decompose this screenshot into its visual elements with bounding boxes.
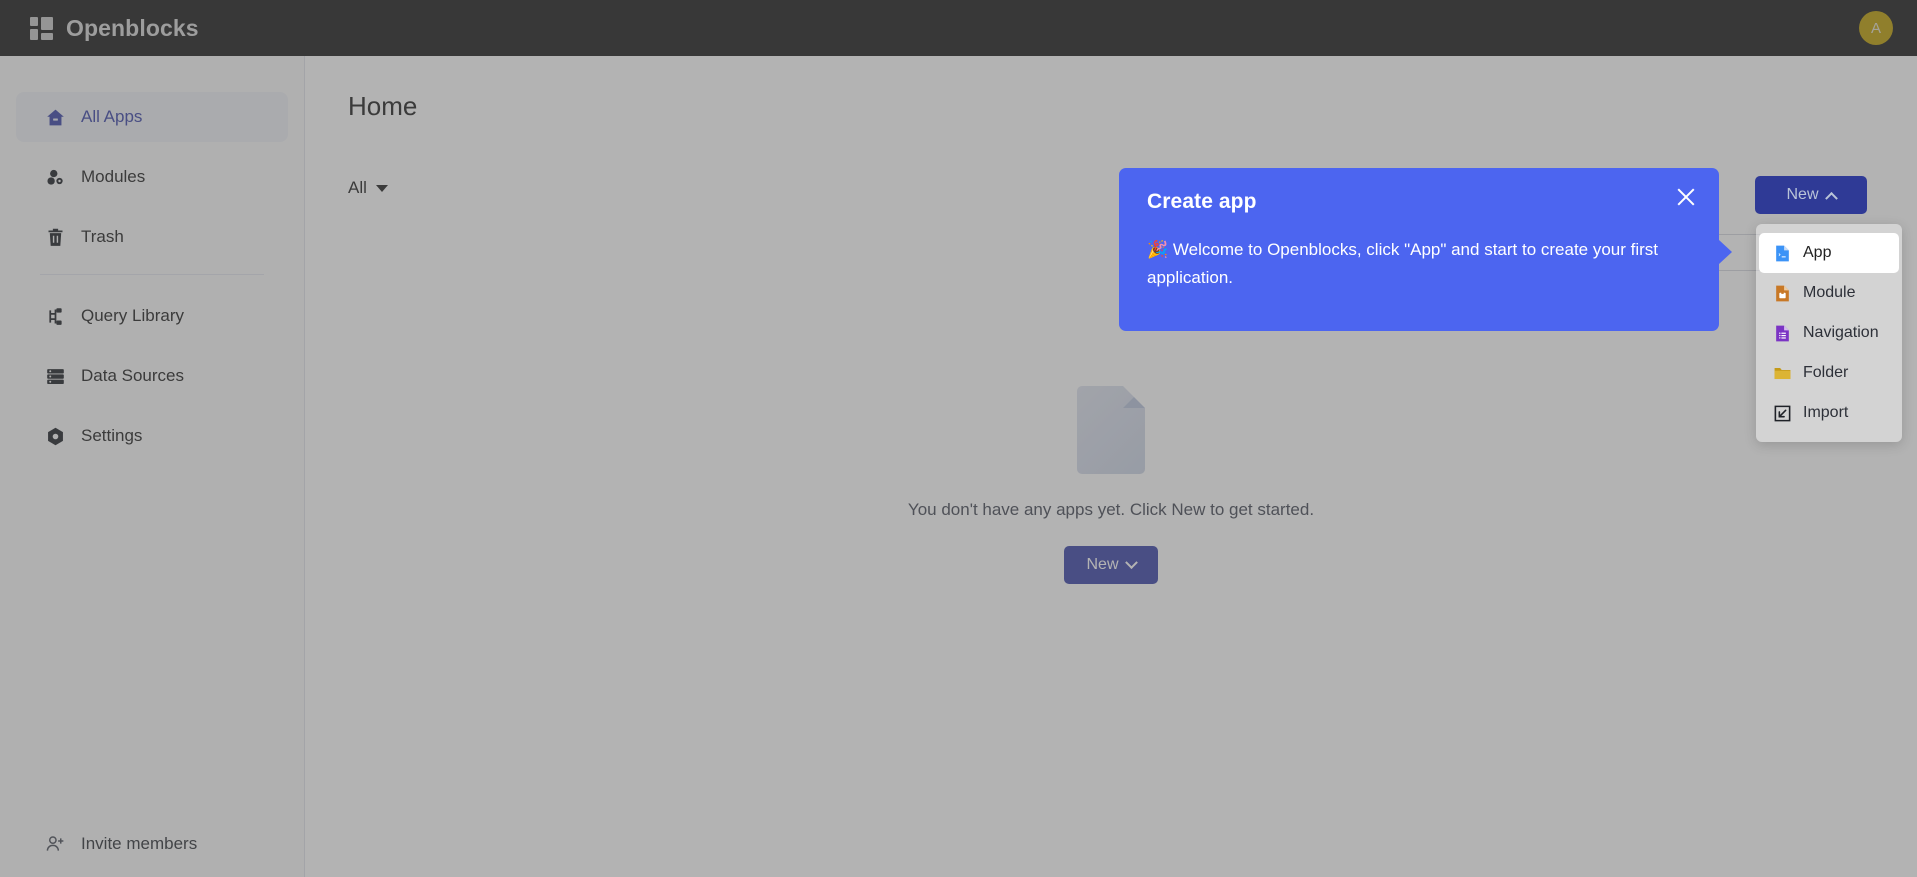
- module-file-icon: [1773, 284, 1792, 303]
- dropdown-item-label: Import: [1803, 404, 1849, 421]
- tooltip-title: Create app: [1147, 190, 1257, 213]
- party-popper-icon: 🎉: [1147, 240, 1169, 259]
- dropdown-item-label: Folder: [1803, 364, 1849, 381]
- app-file-icon: [1773, 244, 1792, 263]
- new-button-toolbar-label: New: [1786, 186, 1819, 203]
- dropdown-item-folder[interactable]: Folder: [1756, 353, 1902, 393]
- close-icon[interactable]: [1673, 184, 1699, 210]
- tooltip-body-text: Welcome to Openblocks, click "App" and s…: [1147, 240, 1659, 288]
- dropdown-item-navigation[interactable]: Navigation: [1756, 313, 1902, 353]
- dropdown-item-label: Module: [1803, 284, 1856, 301]
- create-app-tooltip: Create app 🎉 Welcome to Openblocks, clic…: [1119, 168, 1732, 331]
- navigation-file-icon: [1773, 324, 1792, 343]
- app-root: Openblocks A All Apps Modules Trash Quer…: [0, 0, 1917, 877]
- tooltip-body: 🎉 Welcome to Openblocks, click "App" and…: [1147, 236, 1691, 292]
- folder-icon: [1773, 364, 1792, 383]
- dropdown-item-import[interactable]: Import: [1756, 393, 1902, 433]
- dropdown-item-app[interactable]: App: [1759, 233, 1899, 273]
- chevron-up-icon: [1824, 191, 1838, 205]
- new-button-toolbar[interactable]: New: [1755, 176, 1867, 214]
- dropdown-item-label: App: [1803, 244, 1832, 261]
- dropdown-item-label: Navigation: [1803, 324, 1879, 341]
- new-dropdown-menu: App Module Navigation Folder Import: [1756, 224, 1902, 442]
- import-icon: [1773, 404, 1792, 423]
- modal-dim-overlay[interactable]: [0, 0, 1917, 877]
- dropdown-item-module[interactable]: Module: [1756, 273, 1902, 313]
